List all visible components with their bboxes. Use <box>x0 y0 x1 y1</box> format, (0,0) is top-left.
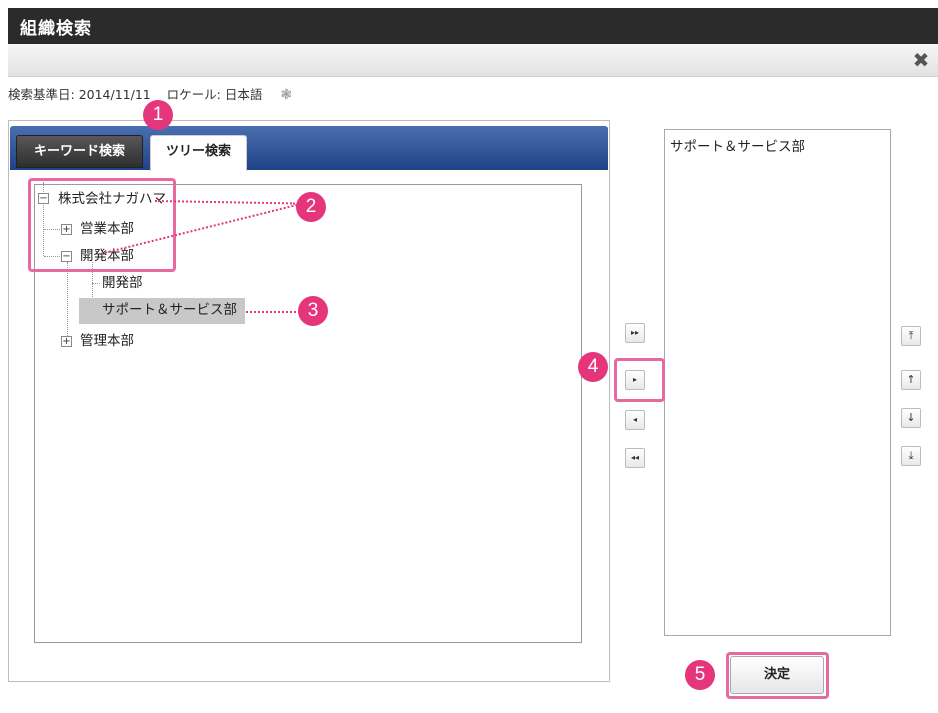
move-up-button[interactable]: ↑ <box>901 370 921 390</box>
base-date-value: 2014/11/11 <box>78 87 151 102</box>
dialog-title: 組織検索 <box>20 19 92 39</box>
remove-button[interactable]: ◂ <box>625 410 645 430</box>
selected-list <box>664 129 891 636</box>
annotation-highlight-tree-nodes <box>28 178 176 272</box>
locale-value: 日本語 <box>224 87 263 102</box>
selected-item[interactable]: サポート＆サービス部 <box>670 135 805 155</box>
close-icon[interactable]: ✖ <box>908 47 934 73</box>
annotation-badge-2: 2 <box>296 192 326 222</box>
tree-connector <box>92 283 100 284</box>
annotation-badge-1: 1 <box>143 100 173 130</box>
locale-label: ロケール: <box>166 87 221 102</box>
dialog-toolbar <box>8 44 938 77</box>
annotation-badge-3: 3 <box>298 296 328 326</box>
move-bottom-button[interactable]: ⤓ <box>901 446 921 466</box>
tree-node-kaihatsubu[interactable]: 開発部 <box>102 272 143 294</box>
tab-tree-search[interactable]: ツリー検索 <box>150 135 247 171</box>
annotation-badge-4: 4 <box>578 352 608 382</box>
tree-connector <box>67 262 68 342</box>
annotation-connector <box>246 311 300 313</box>
remove-all-button[interactable]: ◂◂ <box>625 448 645 468</box>
dialog-titlebar <box>8 8 938 44</box>
move-down-button[interactable]: ↓ <box>901 408 921 428</box>
gear-icon[interactable]: ❃ <box>280 87 292 103</box>
tab-keyword-search[interactable]: キーワード検索 <box>16 135 143 168</box>
tree-node-support[interactable]: サポート＆サービス部 <box>102 299 237 321</box>
annotation-highlight-confirm <box>726 652 829 699</box>
move-top-button[interactable]: ⤒ <box>901 326 921 346</box>
add-all-button[interactable]: ▸▸ <box>625 323 645 343</box>
annotation-highlight-add-button <box>614 358 665 402</box>
tree-node-kanri[interactable]: 管理本部 <box>80 330 134 352</box>
tree-expand-toggle[interactable]: + <box>61 336 72 347</box>
search-info-bar: 検索基準日: 2014/11/11 ロケール: 日本語 ❃ <box>8 84 292 103</box>
base-date-label: 検索基準日: <box>8 87 75 102</box>
annotation-badge-5: 5 <box>685 660 715 690</box>
